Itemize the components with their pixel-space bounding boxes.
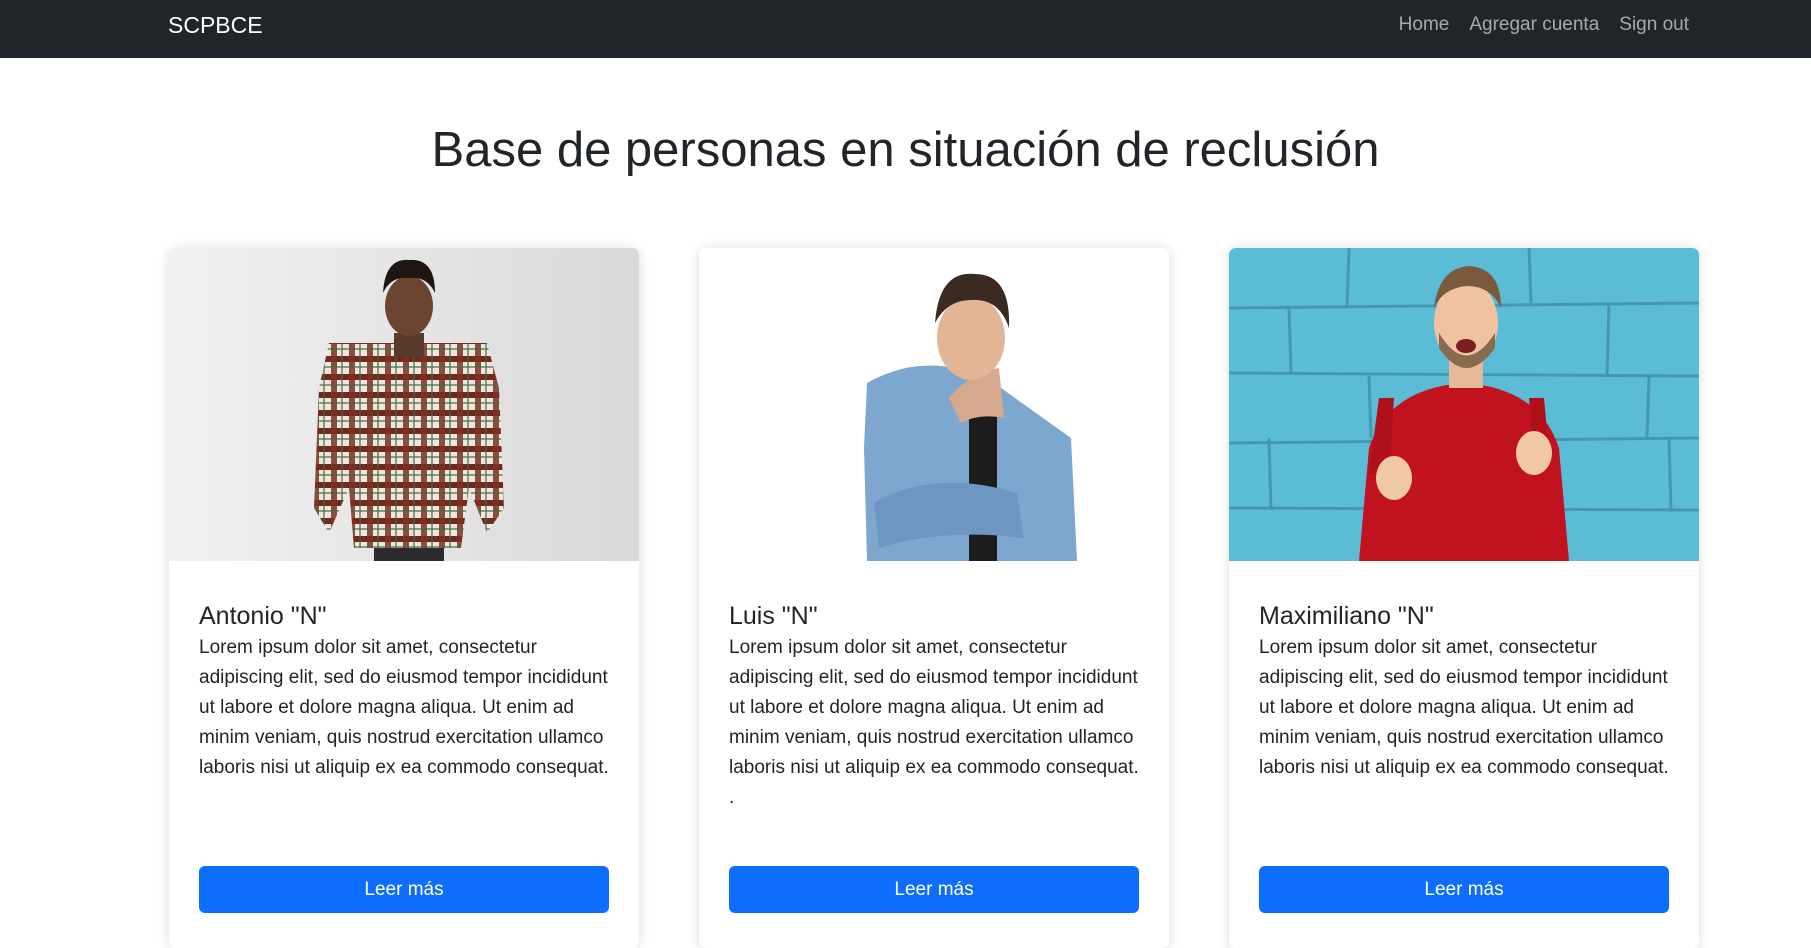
nav-link-sign-out[interactable]: Sign out	[1619, 10, 1689, 40]
card-text: Lorem ipsum dolor sit amet, consectetur …	[729, 637, 1139, 808]
card-title: Maximiliano "N"	[1259, 602, 1434, 630]
person-photo-antonio	[169, 248, 639, 561]
brand-link[interactable]: SCPBCE	[168, 10, 263, 40]
nav-links: Home Agregar cuenta Sign out	[1370, 10, 1689, 40]
card-title: Luis "N"	[729, 602, 818, 630]
person-denim-shirt-photo	[699, 248, 1169, 561]
person-card-luis: Luis "N" Lorem ipsum dolor sit amet, con…	[699, 248, 1169, 948]
read-more-button-antonio[interactable]: Leer más	[199, 866, 609, 913]
person-photo-luis	[699, 248, 1169, 561]
navbar: SCPBCE Home Agregar cuenta Sign out	[0, 0, 1811, 58]
card-text: Lorem ipsum dolor sit amet, consectetur …	[1259, 637, 1669, 778]
nav-link-home[interactable]: Home	[1399, 10, 1450, 40]
person-card-maximiliano: Maximiliano "N" Lorem ipsum dolor sit am…	[1229, 248, 1699, 948]
person-card-antonio: Antonio "N" Lorem ipsum dolor sit amet, …	[169, 248, 639, 948]
read-more-button-maximiliano[interactable]: Leer más	[1259, 866, 1669, 913]
person-red-sweater-photo	[1229, 248, 1699, 561]
card-title: Antonio "N"	[199, 602, 327, 630]
read-more-button-luis[interactable]: Leer más	[729, 866, 1139, 913]
person-plaid-shirt-photo	[169, 248, 639, 561]
person-photo-maximiliano	[1229, 248, 1699, 561]
card-text: Lorem ipsum dolor sit amet, consectetur …	[199, 637, 609, 778]
nav-link-agregar-cuenta[interactable]: Agregar cuenta	[1469, 10, 1599, 40]
page-title: Base de personas en situación de reclusi…	[431, 123, 1380, 177]
